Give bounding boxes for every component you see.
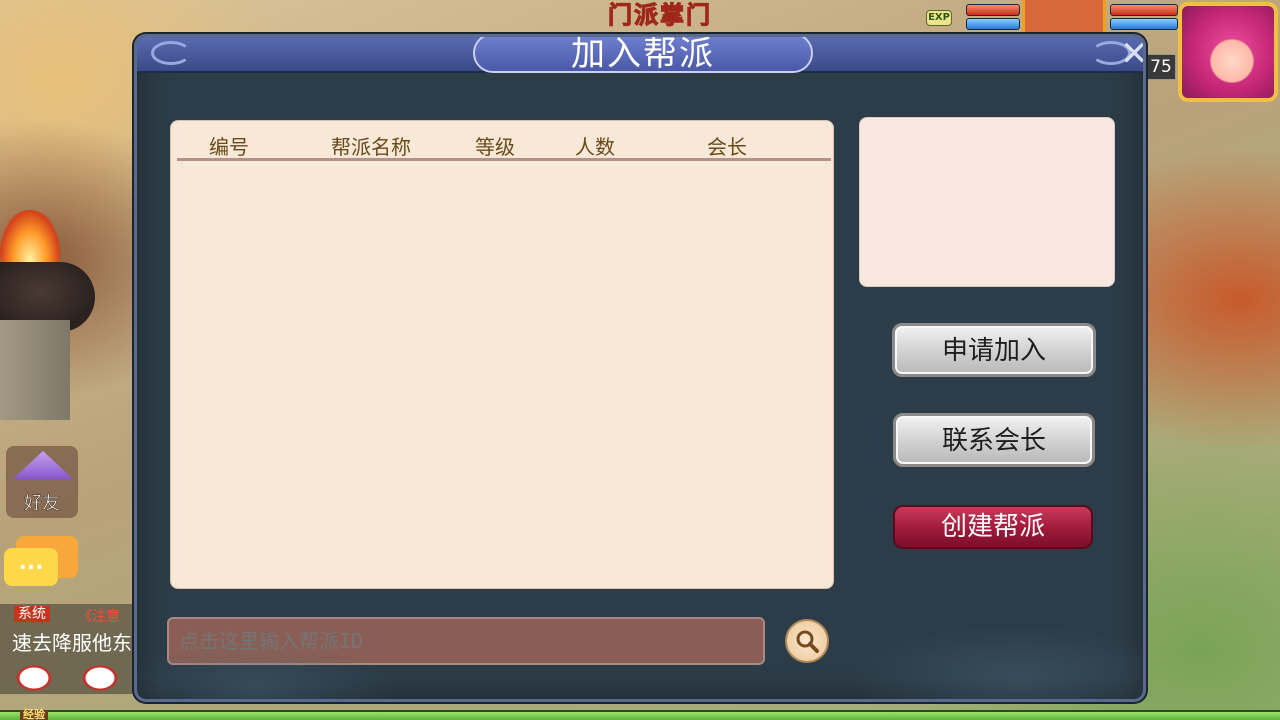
guild-list-body[interactable] [177,165,831,585]
title-plate: 加入帮派 [473,34,813,74]
chat-bubble-icon: ... [4,548,58,586]
player-level: 75 [1146,54,1176,80]
search-button[interactable] [785,619,829,663]
magnifier-icon [796,630,819,653]
column-header-id: 编号 [209,135,249,159]
cloud-swirl-icon [151,41,191,65]
create-guild-button[interactable]: 创建帮派 [893,505,1093,549]
pet-mp-bar [966,18,1020,30]
guild-id-search-input[interactable] [167,617,765,665]
pet-portrait[interactable] [1022,0,1106,38]
experience-label: 经验 [20,709,48,720]
contact-leader-button[interactable]: 联系会长 [893,413,1095,467]
emoji-icon [12,662,56,692]
close-button[interactable]: ✕ [1120,37,1143,71]
chat-warning: 《注意 [78,609,120,625]
experience-bar [0,710,1280,720]
dialog-title: 加入帮派 [571,34,715,74]
column-header-members: 人数 [575,135,615,159]
friend-hat-icon [13,451,73,479]
apply-join-button[interactable]: 申请加入 [892,323,1096,377]
chat-system-tag: 系统 [14,606,50,622]
guild-list-header: 编号 帮派名称 等级 人数 会长 [177,121,831,161]
player-mp-bar [1110,18,1178,30]
guild-info-panel [859,117,1115,287]
emoji-icon [78,662,122,692]
guild-list-panel: 编号 帮派名称 等级 人数 会长 [170,120,834,589]
column-header-level: 等级 [475,135,515,159]
event-title[interactable]: 门派掌门 [600,0,720,30]
column-header-name: 帮派名称 [331,135,411,159]
chat-message: 速去降服他东 [12,631,132,655]
friends-label: 好友 [24,493,61,515]
friends-button[interactable]: 好友 [6,446,78,518]
join-guild-dialog: 加入帮派 ✕ 编号 帮派名称 等级 人数 会长 申请加入 联系会长 创建帮派 [134,34,1146,702]
player-hp-bar [1110,4,1178,16]
stone-pedestal [0,320,70,420]
column-header-leader: 会长 [707,135,747,159]
pet-hp-bar [966,4,1020,16]
exp-badge: EXP [926,10,952,26]
player-avatar[interactable] [1178,2,1278,102]
chat-button[interactable]: ... [4,536,78,596]
